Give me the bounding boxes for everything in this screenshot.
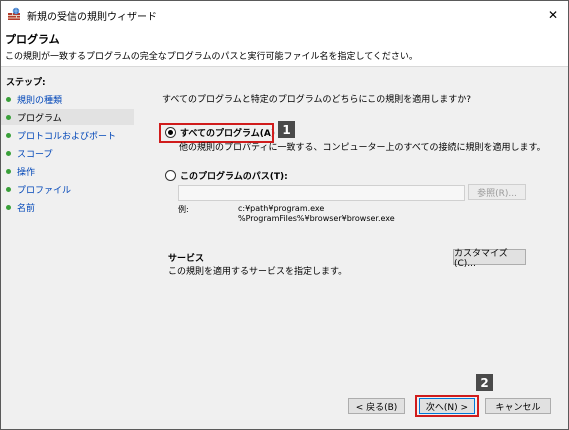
step-badge-1: 1 (278, 121, 295, 138)
program-path-input[interactable] (178, 185, 465, 201)
sidebar-item-label: プログラム (17, 113, 62, 124)
sidebar-item-name[interactable]: 名前 (1, 199, 134, 215)
main-panel: すべてのプログラムと特定のプログラムのどちらにこの規則を適用しますか? すべての… (135, 67, 568, 429)
title-bar: 新規の受信の規則ウィザード ✕ (1, 1, 568, 28)
browse-button[interactable]: 参照(R)... (468, 184, 526, 200)
question-text: すべてのプログラムと特定のプログラムのどちらにこの規則を適用しますか? (162, 95, 472, 105)
sidebar-item-protocol-ports[interactable]: プロトコルおよびポート (1, 127, 134, 143)
page-description: この規則が一致するプログラムの完全なプログラムのパスと実行可能ファイル名を指定し… (5, 52, 418, 62)
close-icon: ✕ (547, 7, 559, 22)
example-path-1: c:¥path¥program.exe (238, 204, 325, 213)
example-label: 例: (178, 205, 189, 214)
window-title: 新規の受信の規則ウィザード (27, 12, 157, 23)
highlight-box-next (415, 395, 479, 417)
steps-sidebar: ステップ: 規則の種類 プログラム プロトコルおよびポート スコープ 操作 プロ… (1, 67, 135, 429)
sidebar-item-action[interactable]: 操作 (1, 163, 134, 179)
close-button[interactable]: ✕ (538, 1, 568, 28)
sidebar-item-profile[interactable]: プロファイル (1, 181, 134, 197)
step-bullet-icon (6, 150, 11, 156)
page-title: プログラム (5, 33, 60, 46)
cancel-button[interactable]: キャンセル (485, 398, 551, 414)
sidebar-item-label: 規則の種類 (17, 95, 63, 106)
services-title: サービス (168, 254, 205, 264)
step-bullet-icon (6, 186, 11, 192)
sidebar-item-label: 操作 (17, 167, 36, 178)
services-description: この規則を適用するサービスを指定します。 (168, 267, 348, 277)
sidebar-item-label: 名前 (17, 203, 36, 214)
wizard-window: 新規の受信の規則ウィザード ✕ プログラム この規則が一致するプログラムの完全な… (0, 0, 569, 430)
program-path-label: このプログラムのパス(T): (180, 172, 288, 182)
example-path-2: %ProgramFiles%¥browser¥browser.exe (238, 214, 395, 223)
step-badge-2: 2 (476, 374, 493, 391)
customize-button[interactable]: カスタマイズ(C)... (453, 249, 526, 269)
step-bullet-icon (6, 96, 11, 102)
all-programs-description: 他の規則のプロパティに一致する、コンピューター上のすべての接続に規則を適用します… (179, 143, 546, 153)
step-bullet-icon (6, 114, 11, 120)
step-bullet-icon (6, 132, 11, 138)
sidebar-item-program[interactable]: プログラム (1, 109, 134, 125)
sidebar-item-label: プロトコルおよびポート (17, 131, 117, 142)
back-button[interactable]: < 戻る(B) (348, 398, 405, 414)
sidebar-item-rule-type[interactable]: 規則の種類 (1, 91, 134, 107)
page-header: プログラム この規則が一致するプログラムの完全なプログラムのパスと実行可能ファイ… (1, 28, 568, 67)
firewall-app-icon (8, 7, 20, 20)
sidebar-item-scope[interactable]: スコープ (1, 145, 134, 161)
program-path-radio[interactable]: このプログラムのパス(T): (165, 169, 288, 182)
radio-unselected-icon (165, 170, 176, 181)
sidebar-item-label: スコープ (17, 149, 53, 160)
step-bullet-icon (6, 204, 11, 210)
step-bullet-icon (6, 168, 11, 174)
steps-label: ステップ: (6, 78, 46, 88)
sidebar-item-label: プロファイル (17, 185, 72, 196)
